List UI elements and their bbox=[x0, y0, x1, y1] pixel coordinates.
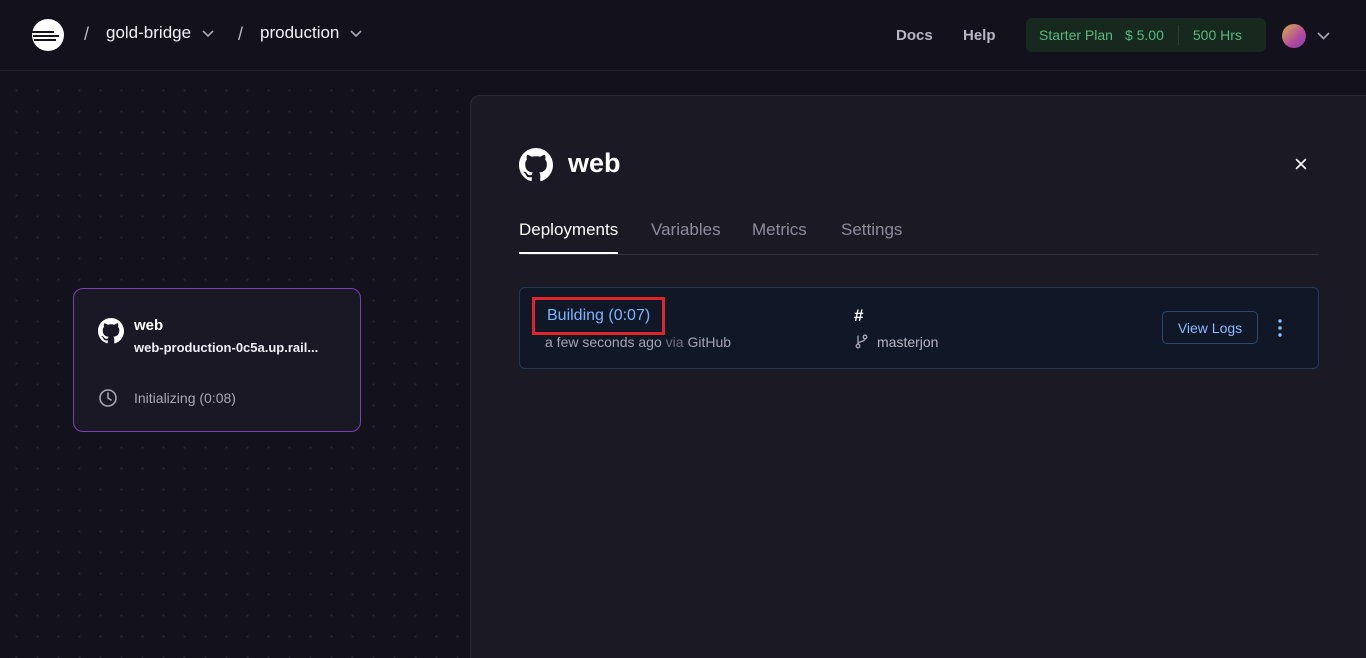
tab-variables[interactable]: Variables bbox=[651, 220, 721, 252]
commit-hash: # bbox=[854, 306, 864, 325]
service-title: web bbox=[134, 317, 164, 334]
deployment-row[interactable]: Building (0:07) a few seconds ago via Gi… bbox=[519, 287, 1319, 369]
help-link[interactable]: Help bbox=[963, 27, 996, 44]
deployment-time: a few seconds ago bbox=[545, 334, 662, 350]
railway-logo-icon[interactable] bbox=[31, 18, 65, 52]
github-icon bbox=[519, 148, 553, 182]
tab-settings[interactable]: Settings bbox=[841, 220, 902, 252]
plan-hours: 500 Hrs bbox=[1192, 27, 1242, 43]
panel-tabs: Deployments Variables Metrics Settings bbox=[519, 220, 1319, 255]
plan-price: $ 5.00 bbox=[1124, 27, 1164, 43]
panel-title: web bbox=[568, 148, 621, 178]
service-card[interactable]: web web-production-0c5a.up.rail... Initi… bbox=[73, 288, 361, 432]
breadcrumb-separator: / bbox=[84, 24, 90, 44]
github-icon bbox=[98, 318, 124, 344]
service-status: Initializing (0:08) bbox=[134, 390, 236, 406]
chevron-down-icon bbox=[350, 30, 362, 38]
project-switcher[interactable]: gold-bridge bbox=[106, 23, 215, 43]
avatar[interactable] bbox=[1282, 24, 1306, 48]
deployment-source: GitHub bbox=[687, 334, 732, 350]
breadcrumb-separator: / bbox=[238, 24, 244, 44]
docs-link[interactable]: Docs bbox=[896, 27, 933, 44]
tab-metrics[interactable]: Metrics bbox=[752, 220, 807, 252]
environment-name: production bbox=[260, 23, 340, 42]
plan-name: Starter Plan bbox=[1039, 27, 1113, 43]
project-name: gold-bridge bbox=[106, 23, 192, 42]
environment-switcher[interactable]: production bbox=[260, 23, 363, 43]
view-logs-button[interactable]: View Logs bbox=[1162, 311, 1258, 344]
service-panel: web Deployments Variables Metrics Settin… bbox=[470, 95, 1366, 658]
deployment-via: via bbox=[665, 334, 684, 350]
plan-divider bbox=[1177, 25, 1179, 45]
deployment-meta: a few seconds ago via GitHub bbox=[545, 334, 731, 350]
chevron-down-icon[interactable] bbox=[1316, 28, 1331, 43]
top-bar: / gold-bridge / production Docs Help Sta… bbox=[0, 0, 1366, 71]
tab-deployments[interactable]: Deployments bbox=[519, 220, 619, 254]
chevron-down-icon bbox=[202, 30, 214, 38]
service-url[interactable]: web-production-0c5a.up.rail... bbox=[134, 340, 344, 355]
git-branch-icon bbox=[855, 334, 868, 349]
more-vertical-icon[interactable] bbox=[1272, 316, 1288, 340]
plan-badge[interactable]: Starter Plan $ 5.00 500 Hrs bbox=[1026, 18, 1266, 52]
deployment-status-link[interactable]: Building (0:07) bbox=[532, 297, 666, 335]
clock-icon bbox=[99, 389, 117, 407]
branch-name: masterjon bbox=[877, 334, 939, 350]
close-icon[interactable] bbox=[1291, 154, 1311, 174]
